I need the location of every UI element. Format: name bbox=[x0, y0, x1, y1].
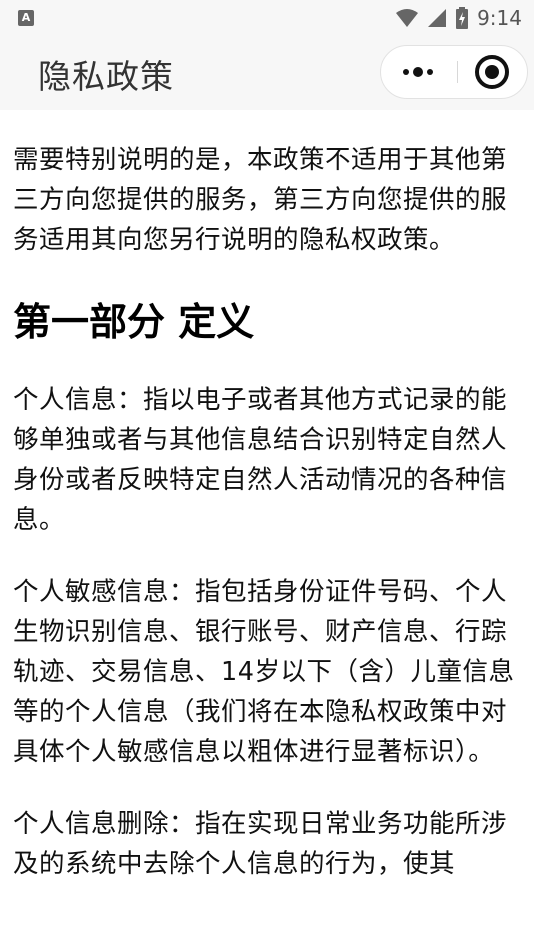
status-indicators: 9:14 bbox=[395, 0, 522, 36]
policy-content: 需要特别说明的是，本政策不适用于其他第三方向您提供的服务，第三方向您提供的服务适… bbox=[0, 140, 534, 884]
wifi-icon bbox=[396, 9, 419, 27]
capsule-close-button[interactable] bbox=[457, 46, 527, 98]
title-bar: 隐私政策 bbox=[0, 36, 534, 110]
target-close-icon bbox=[475, 55, 509, 89]
cellular-signal-icon bbox=[428, 9, 447, 27]
section-heading: 第一部分 定义 bbox=[13, 300, 255, 344]
battery-charging-icon bbox=[456, 7, 469, 29]
paragraph-intro: 需要特别说明的是，本政策不适用于其他第三方向您提供的服务，第三方向您提供的服务适… bbox=[13, 145, 508, 255]
app-notification-icon: A bbox=[18, 10, 34, 26]
page-title: 隐私政策 bbox=[38, 57, 174, 96]
paragraph-sensitive-info: 个人敏感信息：指包括身份证件号码、个人生物识别信息、银行账号、财产信息、行踪轨迹… bbox=[13, 577, 515, 767]
status-time: 9:14 bbox=[477, 6, 522, 30]
capsule-menu-button[interactable] bbox=[381, 46, 455, 98]
paragraph-deletion: 个人信息删除：指在实现日常业务功能所涉及的系统中去除个人信息的行为，使其 bbox=[13, 809, 508, 879]
more-dots-icon bbox=[403, 67, 433, 77]
mini-program-capsule bbox=[380, 45, 528, 99]
status-bar: A 9:14 bbox=[0, 0, 534, 36]
paragraph-personal-info: 个人信息：指以电子或者其他方式记录的能够单独或者与其他信息结合识别特定自然人身份… bbox=[13, 385, 508, 535]
